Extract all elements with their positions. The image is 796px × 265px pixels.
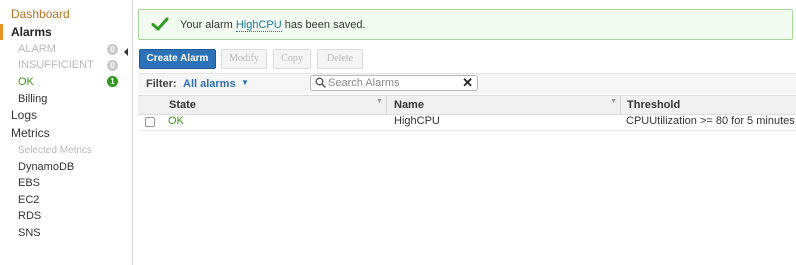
checkmark-icon bbox=[151, 15, 169, 36]
nav-dashboard[interactable]: Dashboard bbox=[0, 6, 132, 22]
row-state: OK bbox=[168, 115, 184, 127]
nav-metrics[interactable]: Metrics bbox=[0, 125, 132, 141]
search-box[interactable]: ✕ bbox=[310, 75, 478, 91]
success-notice: Your alarm HighCPU has been saved. bbox=[138, 9, 793, 40]
nav-metric-rds[interactable]: RDS bbox=[0, 208, 132, 224]
nav-logs[interactable]: Logs bbox=[0, 107, 132, 123]
filter-label: Filter: bbox=[146, 78, 177, 90]
column-divider[interactable] bbox=[386, 96, 387, 114]
nav-metric-ec2[interactable]: EC2 bbox=[0, 192, 132, 208]
notice-prefix: Your alarm bbox=[180, 19, 236, 31]
delete-button[interactable]: Delete bbox=[317, 49, 363, 69]
alarm-count-badge: 0 bbox=[107, 44, 118, 55]
nav-selected-metrics[interactable]: Selected Metrics bbox=[0, 143, 132, 159]
clear-search-icon[interactable]: ✕ bbox=[462, 75, 473, 91]
insufficient-count-badge: 0 bbox=[107, 60, 118, 71]
nav-metric-dynamodb[interactable]: DynamoDB bbox=[0, 159, 132, 175]
collapse-sidebar-icon[interactable] bbox=[124, 48, 128, 56]
nav-metric-ebs[interactable]: EBS bbox=[0, 175, 132, 191]
column-header-name[interactable]: Name bbox=[394, 99, 424, 111]
sort-state-icon[interactable]: ▼ bbox=[376, 98, 383, 105]
notice-suffix: has been saved. bbox=[281, 19, 366, 31]
notice-message: Your alarm HighCPU has been saved. bbox=[180, 19, 366, 32]
sort-name-icon[interactable]: ▼ bbox=[610, 98, 617, 105]
row-checkbox[interactable] bbox=[145, 117, 155, 127]
search-icon bbox=[315, 77, 326, 91]
chevron-down-icon[interactable]: ▼ bbox=[241, 78, 249, 87]
sidebar: Dashboard Alarms ALARM 0 INSUFFICIENT 0 … bbox=[0, 0, 133, 265]
nav-metric-sns[interactable]: SNS bbox=[0, 225, 132, 241]
column-header-state[interactable]: State bbox=[169, 99, 196, 111]
copy-button[interactable]: Copy bbox=[273, 49, 311, 69]
column-header-threshold[interactable]: Threshold bbox=[627, 99, 680, 111]
row-threshold: CPUUtilization >= 80 for 5 minutes bbox=[626, 115, 795, 127]
table-header: State ▼ Name ▼ Threshold bbox=[138, 95, 796, 115]
nav-alarms[interactable]: Alarms bbox=[0, 24, 132, 40]
ok-count-badge: 1 bbox=[107, 76, 118, 87]
modify-button[interactable]: Modify bbox=[221, 49, 267, 69]
nav-billing[interactable]: Billing bbox=[0, 91, 132, 107]
create-alarm-button[interactable]: Create Alarm bbox=[139, 49, 216, 69]
notice-alarm-link[interactable]: HighCPU bbox=[235, 19, 282, 32]
search-input[interactable] bbox=[328, 76, 456, 90]
filter-dropdown[interactable]: All alarms bbox=[183, 78, 236, 90]
table-row[interactable]: OK HighCPU CPUUtilization >= 80 for 5 mi… bbox=[138, 114, 796, 131]
column-divider[interactable] bbox=[620, 96, 621, 114]
row-name[interactable]: HighCPU bbox=[394, 115, 440, 127]
